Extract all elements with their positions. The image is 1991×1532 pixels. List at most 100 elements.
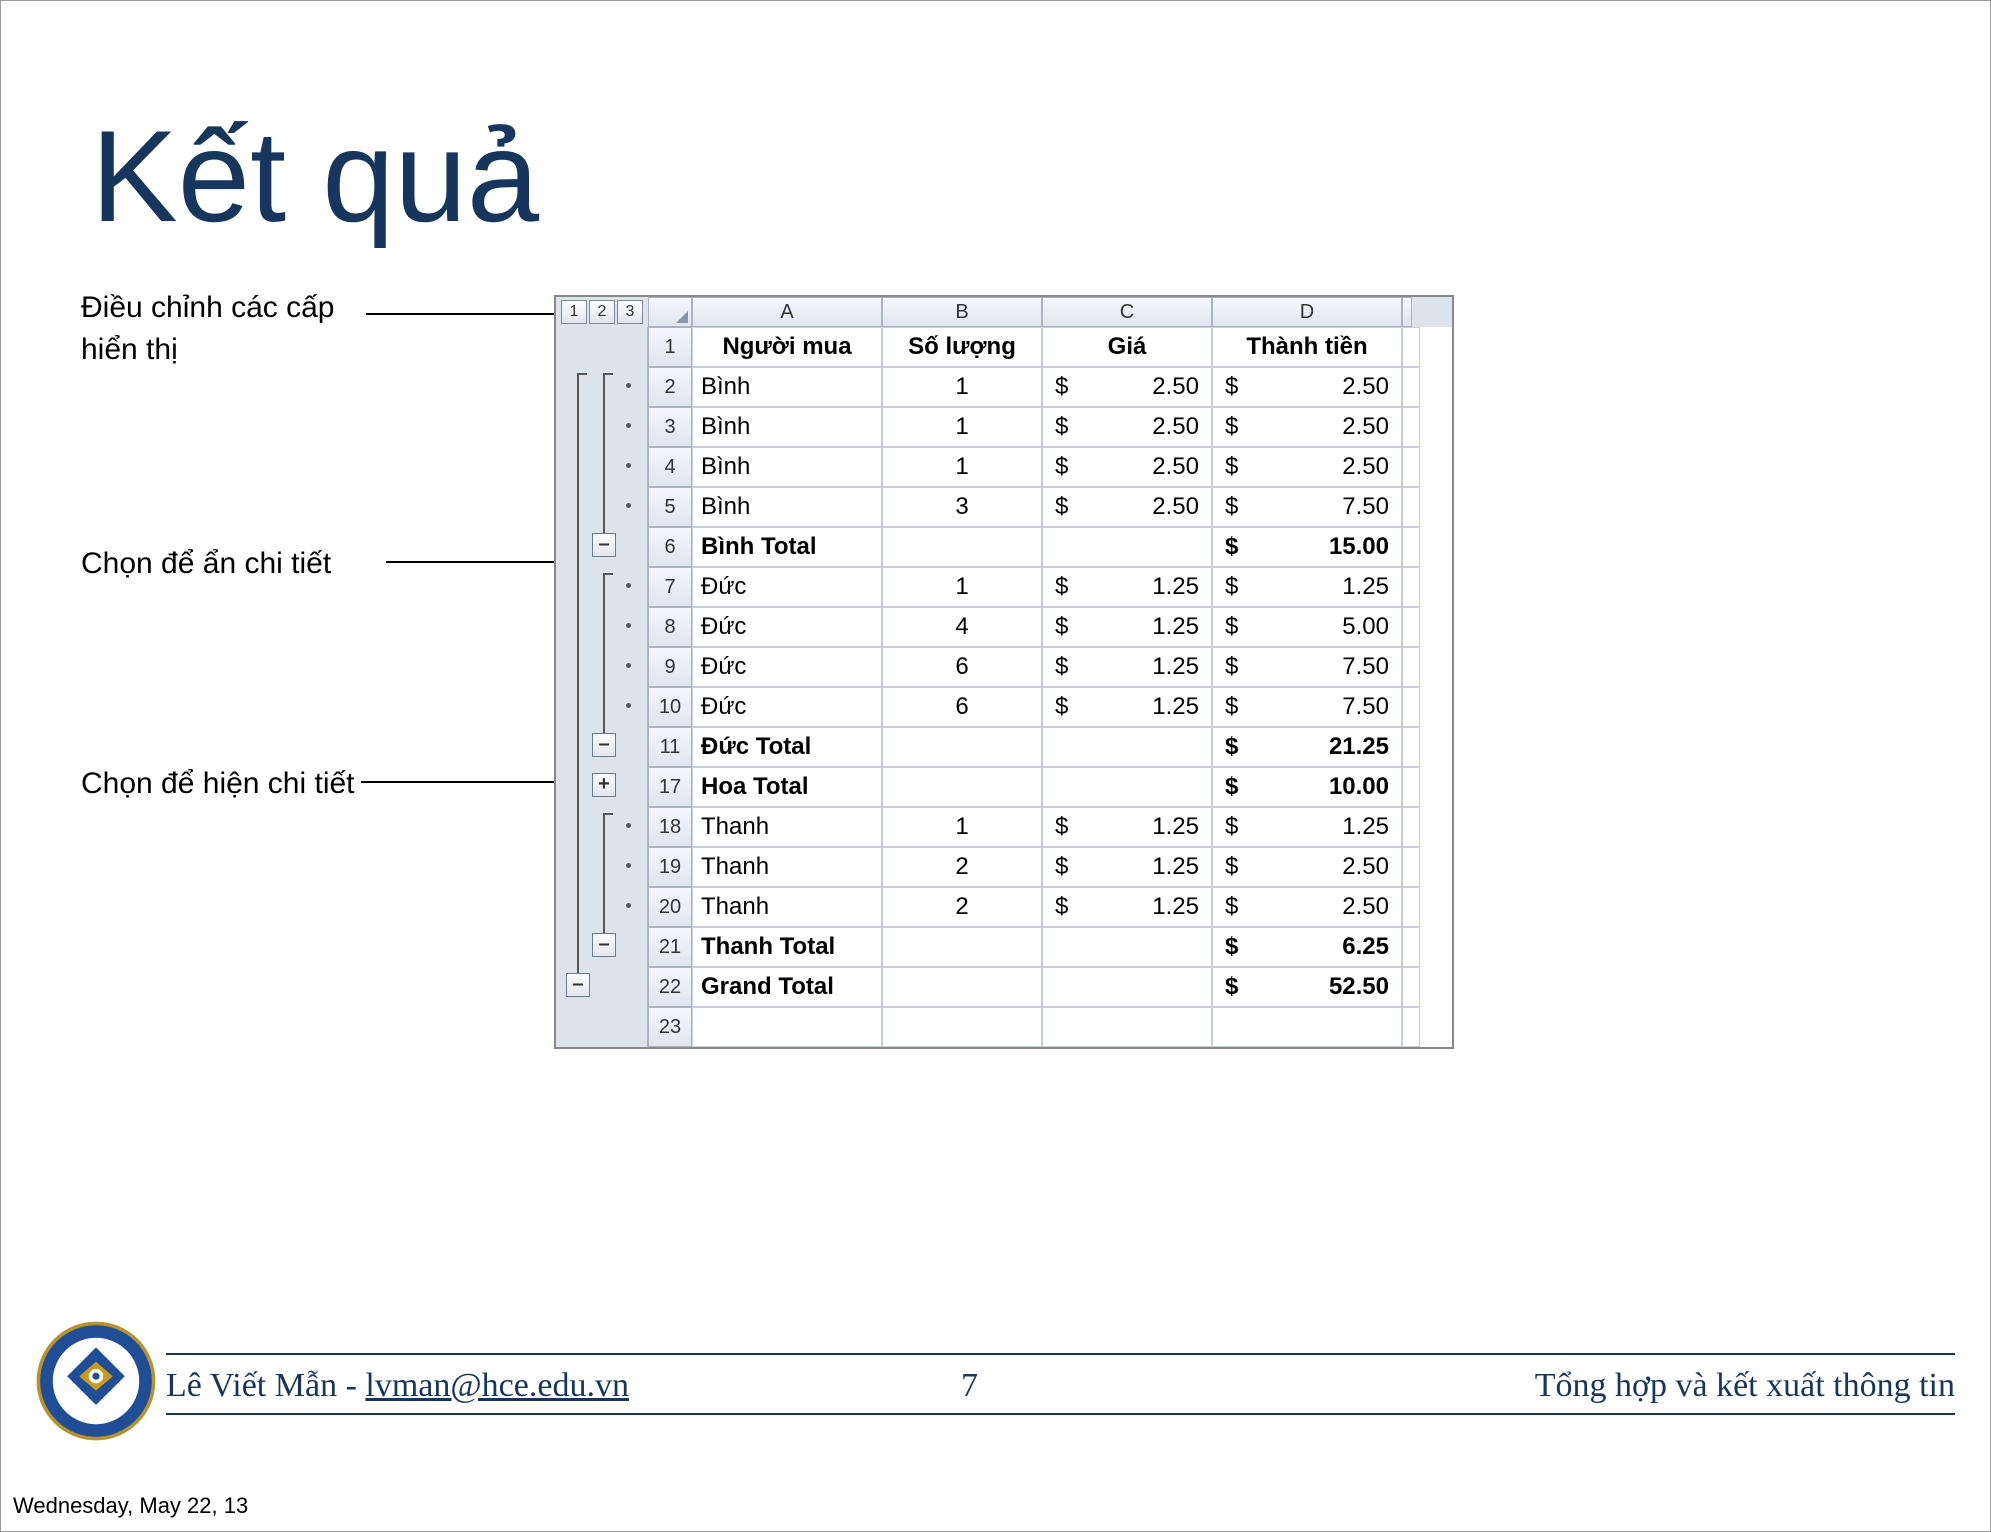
cell[interactable]: [1042, 767, 1212, 807]
cell[interactable]: [692, 1007, 882, 1047]
cell[interactable]: $2.50: [1042, 447, 1212, 487]
cell[interactable]: Bình Total: [692, 527, 882, 567]
cell[interactable]: [1042, 527, 1212, 567]
row-number[interactable]: 20: [648, 887, 692, 927]
cell[interactable]: Bình: [692, 367, 882, 407]
cell[interactable]: Đức: [692, 687, 882, 727]
cell[interactable]: Thành tiền: [1212, 327, 1402, 367]
cell[interactable]: Bình: [692, 407, 882, 447]
cell[interactable]: $2.50: [1042, 487, 1212, 527]
col-C[interactable]: C: [1042, 297, 1212, 327]
cell[interactable]: $21.25: [1212, 727, 1402, 767]
cell[interactable]: Thanh: [692, 807, 882, 847]
cell[interactable]: $2.50: [1212, 887, 1402, 927]
row-number[interactable]: 23: [648, 1007, 692, 1047]
cell[interactable]: Thanh: [692, 887, 882, 927]
cell[interactable]: Hoa Total: [692, 767, 882, 807]
outline-collapse-icon[interactable]: –: [592, 933, 616, 957]
cell[interactable]: $10.00: [1212, 767, 1402, 807]
cell[interactable]: [1042, 1007, 1212, 1047]
cell[interactable]: $15.00: [1212, 527, 1402, 567]
outline-expand-icon[interactable]: +: [592, 773, 616, 797]
cell[interactable]: $1.25: [1042, 687, 1212, 727]
cell[interactable]: [882, 727, 1042, 767]
cell[interactable]: Bình: [692, 487, 882, 527]
cell[interactable]: Thanh Total: [692, 927, 882, 967]
cell[interactable]: 3: [882, 487, 1042, 527]
cell[interactable]: 1: [882, 567, 1042, 607]
outline-collapse-icon[interactable]: –: [566, 973, 590, 997]
cell[interactable]: [882, 967, 1042, 1007]
cell[interactable]: $2.50: [1042, 367, 1212, 407]
cell[interactable]: $2.50: [1212, 447, 1402, 487]
cell[interactable]: Đức: [692, 607, 882, 647]
row-number[interactable]: 2: [648, 367, 692, 407]
row-number[interactable]: 8: [648, 607, 692, 647]
cell[interactable]: [882, 527, 1042, 567]
select-all-triangle[interactable]: [648, 297, 692, 327]
cell[interactable]: $7.50: [1212, 647, 1402, 687]
row-number[interactable]: 3: [648, 407, 692, 447]
cell[interactable]: $2.50: [1212, 367, 1402, 407]
cell[interactable]: Đức: [692, 567, 882, 607]
row-number[interactable]: 19: [648, 847, 692, 887]
cell[interactable]: 2: [882, 847, 1042, 887]
cell[interactable]: 1: [882, 807, 1042, 847]
cell[interactable]: $1.25: [1042, 647, 1212, 687]
cell[interactable]: $1.25: [1212, 807, 1402, 847]
cell[interactable]: $1.25: [1042, 607, 1212, 647]
col-D[interactable]: D: [1212, 297, 1402, 327]
cell[interactable]: [882, 767, 1042, 807]
cell[interactable]: [882, 1007, 1042, 1047]
cell[interactable]: $1.25: [1212, 567, 1402, 607]
outline-level-1[interactable]: 1: [561, 300, 587, 324]
row-number[interactable]: 22: [648, 967, 692, 1007]
outline-collapse-icon[interactable]: –: [592, 733, 616, 757]
cell[interactable]: [1042, 967, 1212, 1007]
cell[interactable]: $1.25: [1042, 567, 1212, 607]
cell[interactable]: $5.00: [1212, 607, 1402, 647]
row-number[interactable]: 21: [648, 927, 692, 967]
cell[interactable]: $2.50: [1042, 407, 1212, 447]
row-number[interactable]: 10: [648, 687, 692, 727]
cell[interactable]: $52.50: [1212, 967, 1402, 1007]
cell[interactable]: Đức: [692, 647, 882, 687]
cell[interactable]: $1.25: [1042, 807, 1212, 847]
outline-collapse-icon[interactable]: –: [592, 533, 616, 557]
cell[interactable]: $2.50: [1212, 847, 1402, 887]
cell[interactable]: 2: [882, 887, 1042, 927]
cell[interactable]: 1: [882, 447, 1042, 487]
cell[interactable]: $7.50: [1212, 687, 1402, 727]
outline-level-2[interactable]: 2: [589, 300, 615, 324]
cell[interactable]: Đức Total: [692, 727, 882, 767]
cell[interactable]: [1042, 927, 1212, 967]
cell[interactable]: $1.25: [1042, 887, 1212, 927]
cell[interactable]: 4: [882, 607, 1042, 647]
cell[interactable]: $7.50: [1212, 487, 1402, 527]
cell[interactable]: Bình: [692, 447, 882, 487]
cell[interactable]: Grand Total: [692, 967, 882, 1007]
cell[interactable]: [882, 927, 1042, 967]
cell[interactable]: 6: [882, 647, 1042, 687]
cell[interactable]: Giá: [1042, 327, 1212, 367]
cell[interactable]: 1: [882, 407, 1042, 447]
col-A[interactable]: A: [692, 297, 882, 327]
row-number[interactable]: 6: [648, 527, 692, 567]
col-B[interactable]: B: [882, 297, 1042, 327]
cell[interactable]: $1.25: [1042, 847, 1212, 887]
row-number[interactable]: 17: [648, 767, 692, 807]
cell[interactable]: $6.25: [1212, 927, 1402, 967]
cell[interactable]: Thanh: [692, 847, 882, 887]
row-number[interactable]: 11: [648, 727, 692, 767]
row-number[interactable]: 9: [648, 647, 692, 687]
row-number[interactable]: 7: [648, 567, 692, 607]
cell[interactable]: [1212, 1007, 1402, 1047]
cell[interactable]: Số lượng: [882, 327, 1042, 367]
cell[interactable]: $2.50: [1212, 407, 1402, 447]
cell[interactable]: 6: [882, 687, 1042, 727]
cell[interactable]: 1: [882, 367, 1042, 407]
row-number[interactable]: 18: [648, 807, 692, 847]
cell[interactable]: [1042, 727, 1212, 767]
row-number[interactable]: 5: [648, 487, 692, 527]
row-number[interactable]: 1: [648, 327, 692, 367]
